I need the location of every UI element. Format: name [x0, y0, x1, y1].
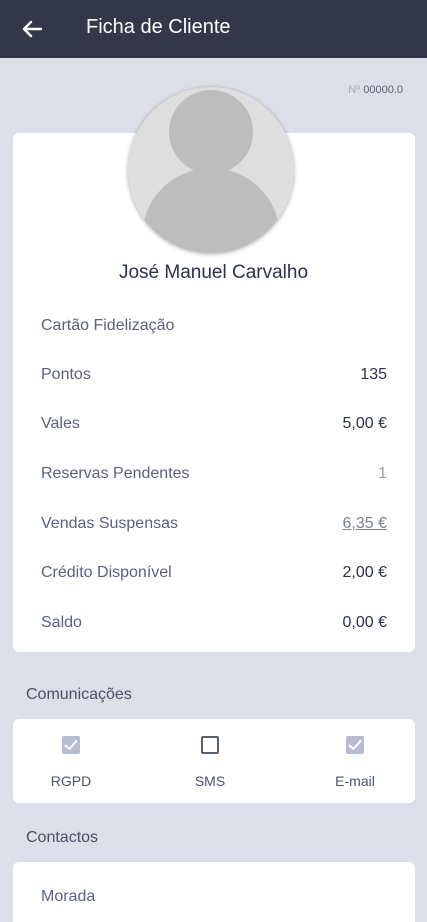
communications-title: Comunicações — [26, 686, 132, 703]
rgpd-option[interactable]: RGPD — [21, 719, 121, 803]
client-number-value: 00000.0 — [363, 84, 403, 96]
available-credit-row: Crédito Disponível 2,00 € — [41, 561, 387, 585]
pending-reservations-row: Reservas Pendentes 1 — [41, 462, 387, 486]
available-credit-label: Crédito Disponível — [41, 564, 172, 581]
suspended-sales-label: Vendas Suspensas — [41, 515, 178, 532]
avatar[interactable] — [128, 87, 294, 253]
loyalty-card-label: Cartão Fidelização — [41, 317, 175, 334]
page-title: Ficha de Cliente — [86, 16, 231, 38]
client-name: José Manuel Carvalho — [118, 262, 309, 283]
address-label: Morada — [41, 888, 96, 905]
balance-row: Saldo 0,00 € — [41, 611, 387, 635]
contacts-title: Contactos — [26, 829, 99, 846]
contacts-card: Morada — [13, 862, 415, 922]
vouchers-row: Vales 5,00 € — [41, 412, 387, 436]
vouchers-label: Vales — [41, 415, 80, 432]
balance-value: 0,00 € — [342, 614, 387, 631]
email-checkbox[interactable] — [346, 736, 364, 754]
sms-option[interactable]: SMS — [160, 719, 260, 803]
rgpd-checkbox[interactable] — [62, 736, 80, 754]
sms-checkbox[interactable] — [201, 736, 219, 754]
email-label: E-mail — [335, 773, 375, 789]
check-icon — [348, 740, 362, 750]
arrow-left-icon — [22, 20, 42, 38]
back-button[interactable] — [14, 14, 50, 44]
pending-reservations-label: Reservas Pendentes — [41, 465, 190, 482]
sms-label: SMS — [194, 773, 226, 789]
points-row: Pontos 135 — [41, 363, 387, 387]
communications-card: RGPD SMS E-mail — [13, 719, 415, 803]
pending-reservations-value: 1 — [378, 465, 387, 482]
check-icon — [64, 740, 78, 750]
loyalty-card-row[interactable]: Cartão Fidelização — [41, 314, 387, 338]
client-number: Nº 00000.0 — [348, 84, 403, 96]
available-credit-value: 2,00 € — [342, 564, 387, 581]
balance-label: Saldo — [41, 614, 82, 631]
app-bar: Ficha de Cliente — [0, 0, 427, 58]
suspended-sales-row[interactable]: Vendas Suspensas 6,35 € — [41, 512, 387, 536]
vouchers-value: 5,00 € — [342, 415, 387, 432]
suspended-sales-link[interactable]: 6,35 € — [343, 515, 387, 533]
points-value: 135 — [360, 366, 387, 383]
points-label: Pontos — [41, 366, 91, 383]
email-option[interactable]: E-mail — [305, 719, 405, 803]
rgpd-label: RGPD — [50, 773, 92, 789]
client-number-label: Nº — [348, 84, 361, 96]
